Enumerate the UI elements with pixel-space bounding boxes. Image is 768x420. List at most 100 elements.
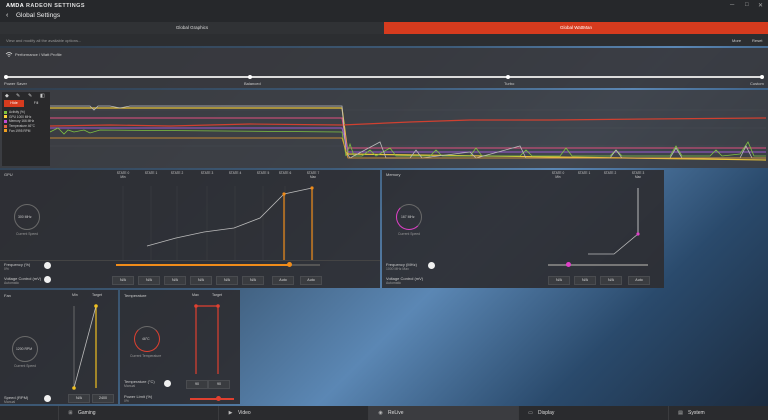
nav-display[interactable]: ▭ Display [518, 406, 668, 420]
gpu-voltage-button[interactable]: Auto [272, 276, 294, 285]
profile-stop-label: Custom [750, 81, 764, 86]
fan-speed-toggle[interactable] [44, 395, 51, 402]
legend-swatch [4, 110, 7, 114]
legend-item[interactable]: Fan 1995 RPM [4, 128, 35, 133]
gpu-voltage-button[interactable]: Auto [300, 276, 322, 285]
temperature-control-value: Manual [124, 384, 136, 388]
power-limit-knob[interactable] [216, 396, 221, 401]
memory-speed-value: 167 MHz [401, 215, 415, 219]
temperature-value: 46°C [142, 337, 150, 341]
gpu-state-header: STATE 4 [228, 171, 242, 175]
layout-icon[interactable]: ◧ [40, 93, 45, 99]
info-bar [0, 34, 768, 46]
fan-min-button[interactable]: N/A [68, 394, 90, 403]
memory-voltage-button[interactable]: N/A [600, 276, 622, 285]
pen-icon[interactable]: ✎ [28, 93, 32, 99]
more-link[interactable]: More [732, 38, 741, 43]
gpu-frequency-toggle[interactable] [44, 262, 51, 269]
profile-stop-label: Turbo [504, 81, 515, 86]
gpu-speed-value: 300 MHz [18, 215, 32, 219]
profile-slider-track[interactable] [6, 76, 762, 78]
gpu-voltage-button[interactable]: N/A [190, 276, 212, 285]
temperature-max-button[interactable]: 90 [186, 380, 208, 389]
maximize-button[interactable]: □ [745, 2, 749, 8]
system-icon: ▤ [678, 410, 683, 416]
fan-target-button[interactable]: 2400 [92, 394, 114, 403]
profile-stop-label: Balanced [244, 81, 261, 86]
fan-curve[interactable] [66, 300, 110, 394]
profile-stop-power-saver[interactable] [4, 75, 8, 79]
relive-icon: ◉ [378, 410, 383, 416]
profile-panel [0, 48, 768, 88]
play-icon: ▶ [228, 410, 233, 416]
gpu-state-header: STATE 5 [256, 171, 270, 175]
gpu-title: GPU [4, 172, 13, 177]
power-limit-value: 0% [124, 399, 129, 403]
power-limit-slider[interactable] [190, 398, 234, 400]
legend-swatch [4, 115, 7, 119]
gpu-state-curve[interactable] [100, 186, 340, 260]
pin-icon[interactable]: ◆ [5, 93, 9, 99]
nav-relive[interactable]: ◉ ReLive [368, 406, 518, 420]
gpu-voltage-value: Automatic [4, 281, 20, 285]
memory-voltage-button[interactable]: Auto [628, 276, 650, 285]
memory-frequency-knob[interactable] [565, 262, 571, 267]
memory-voltage-button[interactable]: N/A [548, 276, 570, 285]
legend-swatch [4, 119, 7, 123]
memory-frequency-slider[interactable] [548, 264, 648, 266]
temperature-target-button[interactable]: 90 [208, 380, 230, 389]
profile-label: Performance / Watt Profile [15, 52, 62, 57]
gpu-voltage-button[interactable]: N/A [112, 276, 134, 285]
gpu-state-header: STATE 3 [200, 171, 214, 175]
gpu-voltage-button[interactable]: N/A [216, 276, 238, 285]
gpu-voltage-button[interactable]: N/A [138, 276, 160, 285]
minimize-button[interactable]: ─ [730, 2, 734, 8]
nav-gaming[interactable]: ⊞ Gaming [58, 406, 218, 420]
temperature-toggle[interactable] [164, 380, 171, 387]
gpu-voltage-button[interactable]: N/A [242, 276, 264, 285]
gpu-speed-label: Current Speed [16, 232, 39, 236]
profile-stop-balanced[interactable] [248, 75, 252, 79]
gpu-voltage-toggle[interactable] [44, 276, 51, 283]
app-brand: AMDA RADEON SETTINGS [6, 3, 85, 9]
nav-video[interactable]: ▶ Video [218, 406, 368, 420]
tab-hide[interactable]: Hide [4, 100, 24, 107]
memory-state-header: STATE 1 [577, 171, 591, 175]
temperature-gauge-label: Current Temperature [130, 354, 162, 358]
memory-voltage-button[interactable]: N/A [574, 276, 596, 285]
legend-item[interactable]: Memory 166 MHz [4, 119, 35, 124]
memory-state-header: STATE 0 Min [551, 171, 565, 179]
legend-swatch [4, 124, 7, 128]
profile-stop-custom[interactable] [760, 75, 764, 79]
display-icon: ▭ [528, 410, 533, 416]
gpu-frequency-knob[interactable] [286, 262, 292, 267]
memory-speed-label: Current Speed [398, 232, 421, 236]
gamepad-icon: ⊞ [68, 410, 73, 416]
gpu-voltage-button[interactable]: N/A [164, 276, 186, 285]
gpu-frequency-value: 0% [4, 267, 9, 271]
tab-global-graphics[interactable]: Global Graphics [0, 22, 384, 34]
fan-speed-label: Current Speed [14, 364, 37, 368]
nav-system[interactable]: ▤ System [668, 406, 768, 420]
memory-state-curve[interactable] [548, 186, 658, 260]
reset-link[interactable]: Reset [752, 38, 762, 43]
temperature-curve[interactable] [188, 300, 232, 378]
fan-target-label: Target [92, 293, 102, 297]
edit-icon[interactable]: ✎ [16, 93, 20, 99]
memory-frequency-value: 1000 MHz Max [386, 267, 409, 271]
profile-stop-turbo[interactable] [506, 75, 510, 79]
legend-item[interactable]: GPU 1000 MHz [4, 115, 35, 120]
gpu-state-header: STATE 1 [144, 171, 158, 175]
legend-swatch [4, 129, 7, 133]
history-graph [50, 105, 766, 161]
back-arrow-icon[interactable]: ‹ [6, 12, 8, 19]
tab-global-wattman[interactable]: Global WattMan [384, 22, 768, 34]
temperature-title: Temperature [124, 293, 147, 298]
profile-stop-label: Power Saver [4, 81, 27, 86]
memory-frequency-toggle[interactable] [428, 262, 435, 269]
divider [0, 260, 380, 261]
close-button[interactable]: ✕ [758, 2, 763, 9]
tab-fill[interactable]: Fill [26, 100, 46, 107]
legend-item[interactable]: Temperature 46°C [4, 124, 35, 129]
tab-bar: Global Graphics Global WattMan [0, 22, 768, 34]
